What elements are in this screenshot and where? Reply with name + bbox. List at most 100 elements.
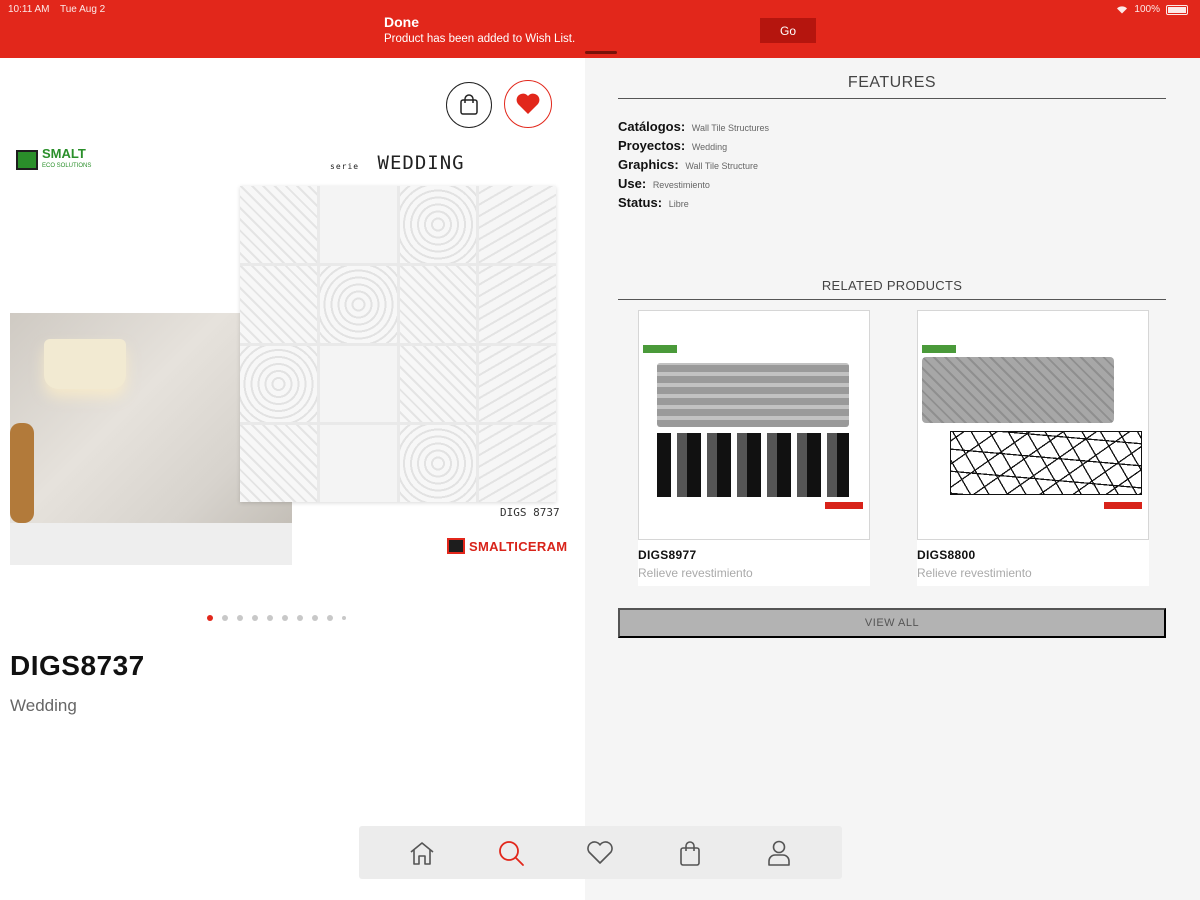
product-code: DIGS8737 — [10, 650, 145, 681]
status-date: Tue Aug 2 — [60, 4, 106, 15]
go-button[interactable]: Go — [760, 18, 816, 43]
nav-wishlist[interactable] — [578, 831, 622, 875]
tile-sample — [319, 186, 397, 263]
feature-row: Graphics: Wall Tile Structure — [618, 157, 769, 176]
related-product-card[interactable]: DIGS8800 Relieve revestimiento — [917, 310, 1149, 586]
feature-value: Wall Tile Structures — [691, 123, 769, 133]
product-detail-screen: 10:11 AM Tue Aug 2 100% Done Product has… — [0, 0, 1200, 900]
feature-key: Proyectos: — [618, 138, 686, 153]
smalticeram-logo: SMALTICERAM — [447, 538, 567, 554]
pendant-lamp — [44, 339, 126, 389]
smalt-logo-subtitle: ECO SOLUTIONS — [42, 163, 92, 169]
pagination-dot[interactable] — [327, 615, 333, 621]
heart-icon — [587, 840, 614, 864]
tile-sample — [479, 345, 556, 423]
product-series: Wedding — [10, 696, 77, 715]
wifi-icon — [1117, 6, 1128, 14]
tile-samples-grid — [240, 186, 556, 502]
status-indicators: 100% — [1116, 4, 1188, 15]
smalticeram-logo-text: SMALTICERAM — [469, 538, 568, 554]
notification-title: Done — [384, 14, 419, 30]
notification-handle[interactable] — [585, 51, 617, 54]
nav-cart[interactable] — [668, 831, 712, 875]
thumb-brand-logo — [643, 345, 677, 353]
pagination-dot[interactable] — [312, 615, 318, 621]
image-code-label: DIGS 8737 — [500, 506, 560, 519]
feature-row: Status: Libre — [618, 195, 769, 214]
gray-stone-tile — [922, 357, 1114, 423]
thumb-brand-logo — [922, 345, 956, 353]
feature-value: Wedding — [691, 142, 728, 152]
tile-sample — [479, 425, 556, 502]
smalticeram-logo-mark — [447, 538, 465, 554]
feature-key: Use: — [618, 176, 647, 191]
search-icon — [499, 840, 524, 866]
features-list: Catálogos: Wall Tile Structures Proyecto… — [618, 119, 769, 214]
serie-label: serie WEDDING — [330, 152, 465, 174]
tile-sample — [399, 265, 477, 343]
tile-sample — [399, 345, 477, 423]
related-products-title: RELATED PRODUCTS — [618, 278, 1166, 300]
tile-sample — [479, 186, 556, 263]
related-product-thumbnail[interactable] — [638, 310, 870, 540]
bottom-navigation — [359, 826, 842, 879]
feature-key: Graphics: — [618, 157, 679, 172]
tile-sample — [399, 425, 477, 502]
features-title: FEATURES — [618, 74, 1166, 99]
thumb-brand-mark — [1104, 502, 1142, 509]
feature-key: Status: — [618, 195, 663, 210]
notification-banner[interactable]: 10:11 AM Tue Aug 2 100% Done Product has… — [0, 0, 1200, 58]
serie-name: WEDDING — [377, 152, 465, 174]
feature-row: Catálogos: Wall Tile Structures — [618, 119, 769, 138]
pagination-dot[interactable] — [222, 615, 228, 621]
pagination-dot[interactable] — [282, 615, 288, 621]
pagination-dot-active[interactable] — [207, 615, 213, 621]
tile-sample — [319, 345, 397, 423]
feature-key: Catálogos: — [618, 119, 686, 134]
tile-sample — [479, 265, 556, 343]
feature-value: Revestimiento — [652, 180, 710, 190]
pagination-dot[interactable] — [252, 615, 258, 621]
notification-message: Product has been added to Wish List. — [384, 33, 576, 45]
net-pattern-tile — [950, 431, 1142, 495]
battery-icon — [1166, 4, 1188, 15]
nav-home[interactable] — [400, 831, 444, 875]
product-image[interactable]: SMALT ECO SOLUTIONS serie WEDDING DIGS 8… — [10, 140, 580, 580]
smalt-logo-mark — [16, 150, 38, 170]
tile-sample — [240, 425, 317, 502]
bag-icon — [680, 840, 700, 866]
add-to-cart-button[interactable] — [446, 82, 492, 128]
wishlist-button[interactable] — [504, 80, 552, 128]
feature-value: Libre — [668, 199, 689, 209]
pagination-dot[interactable] — [297, 615, 303, 621]
thumb-brand-mark — [825, 502, 863, 509]
table — [10, 523, 292, 565]
vase — [10, 423, 34, 523]
related-product-code: DIGS8977 — [638, 548, 697, 562]
related-product-description: Relieve revestimiento — [638, 566, 753, 580]
bag-icon — [460, 94, 478, 115]
feature-row: Proyectos: Wedding — [618, 138, 769, 157]
gallery-pagination[interactable] — [207, 615, 346, 621]
tile-sample — [319, 265, 397, 343]
pagination-dot[interactable] — [267, 615, 273, 621]
nav-search[interactable] — [489, 831, 533, 875]
battery-percent: 100% — [1134, 4, 1160, 15]
view-all-button[interactable]: VIEW ALL — [618, 608, 1166, 638]
feature-value: Wall Tile Structure — [685, 161, 758, 171]
feature-row: Use: Revestimiento — [618, 176, 769, 195]
serie-prefix: serie — [330, 162, 360, 171]
tile-sample — [240, 265, 317, 343]
pagination-dot[interactable] — [342, 616, 346, 620]
tile-sample — [319, 425, 397, 502]
gray-wave-tile — [657, 363, 849, 427]
user-icon — [768, 840, 791, 866]
smalt-logo: SMALT ECO SOLUTIONS — [16, 146, 116, 174]
related-product-thumbnail[interactable] — [917, 310, 1149, 540]
black-wave-tile — [657, 433, 849, 497]
pagination-dot[interactable] — [237, 615, 243, 621]
status-time: 10:11 AM — [8, 4, 50, 15]
nav-profile[interactable] — [757, 831, 801, 875]
heart-filled-icon — [516, 93, 540, 114]
related-product-card[interactable]: DIGS8977 Relieve revestimiento — [638, 310, 870, 586]
